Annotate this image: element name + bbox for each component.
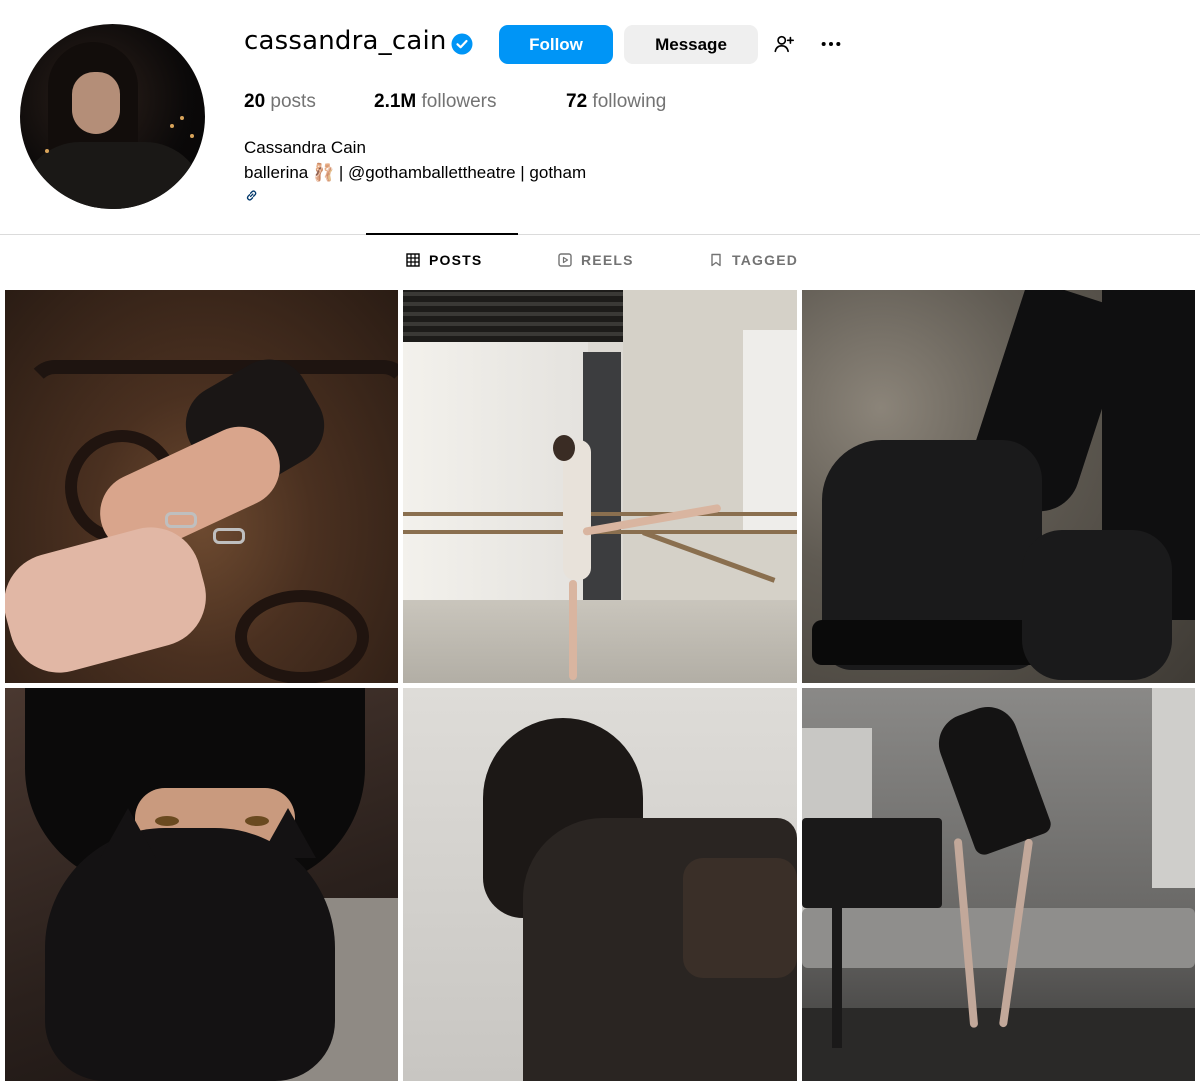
tab-tagged[interactable]: TAGGED — [709, 251, 798, 269]
floor — [403, 600, 797, 683]
more-options-icon[interactable] — [820, 33, 842, 55]
cat-ear — [100, 808, 156, 858]
message-button[interactable]: Message — [624, 25, 758, 64]
following-count-value: 72 — [566, 91, 588, 112]
followers-count-label: followers — [421, 91, 497, 112]
cat-ear — [260, 808, 316, 858]
ring — [213, 528, 245, 544]
dancer-leg — [569, 580, 577, 680]
tab-posts-label: POSTS — [429, 252, 483, 268]
floor — [802, 1008, 1195, 1081]
reels-icon — [558, 253, 572, 267]
tabs-divider — [0, 234, 1200, 235]
backpack — [683, 858, 797, 978]
posts-count-value: 20 — [244, 91, 266, 112]
following-count[interactable]: 72 following — [566, 91, 666, 113]
tab-posts[interactable]: POSTS — [406, 251, 482, 269]
link-icon[interactable] — [244, 188, 259, 203]
tag-icon — [711, 253, 721, 267]
dancer-head — [553, 435, 575, 461]
barre-rail — [403, 512, 797, 516]
piano-leg — [832, 908, 842, 1048]
add-user-icon[interactable] — [773, 33, 795, 55]
username: cassandra_cain — [244, 26, 447, 56]
window-curtain — [403, 342, 588, 602]
avatar-light — [170, 124, 174, 128]
avatar-face — [72, 72, 120, 134]
full-name: Cassandra Cain — [244, 138, 366, 157]
avatar[interactable] — [20, 24, 205, 209]
boot — [1022, 530, 1172, 680]
post-thumbnail-ballerina-piano[interactable] — [802, 688, 1195, 1081]
verified-badge-icon — [451, 33, 473, 55]
window — [1152, 688, 1195, 888]
avatar-light — [180, 116, 184, 120]
hand — [5, 516, 218, 683]
post-thumbnail-hands[interactable] — [5, 290, 398, 683]
bench — [802, 908, 1195, 968]
ring — [165, 512, 197, 528]
posts-count-label: posts — [270, 91, 316, 112]
following-count-label: following — [592, 91, 667, 112]
followers-count[interactable]: 2.1M followers — [374, 91, 497, 113]
dancer — [563, 440, 591, 580]
active-tab-indicator — [366, 233, 518, 235]
post-thumbnail-jacket[interactable] — [403, 688, 797, 1081]
pattern-swirl — [235, 590, 369, 683]
piano — [802, 818, 942, 908]
post-thumbnail-boots[interactable] — [802, 290, 1195, 683]
avatar-light — [45, 149, 49, 153]
tab-reels-label: REELS — [581, 252, 634, 268]
tab-reels[interactable]: REELS — [558, 251, 634, 269]
bio-text: ballerina 🩰 | @gothamballettheatre | got… — [244, 163, 587, 182]
followers-count-value: 2.1M — [374, 91, 417, 112]
posts-count: 20 posts — [244, 91, 316, 113]
post-thumbnail-cat[interactable] — [5, 688, 398, 1081]
boot-sole — [812, 620, 1052, 665]
eye — [155, 816, 179, 826]
tab-tagged-label: TAGGED — [732, 252, 799, 268]
follow-button[interactable]: Follow — [499, 25, 613, 64]
avatar-light — [190, 134, 194, 138]
profile-page: cassandra_cain Follow Message 20 posts 2… — [0, 0, 1200, 1087]
post-thumbnail-barre[interactable] — [403, 290, 797, 683]
cat — [45, 828, 335, 1081]
grid-icon — [406, 253, 420, 267]
mirror — [743, 330, 797, 530]
